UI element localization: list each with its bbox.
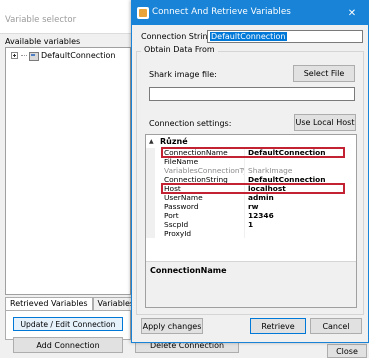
property-row-variablesconnectiontype[interactable]: VariablesConnectionTyp SharkImage	[146, 166, 356, 175]
property-row-connectionstring[interactable]: ConnectionString DefaultConnection	[146, 175, 356, 184]
property-category-name: Různé	[160, 136, 188, 146]
property-row-port[interactable]: Port 12346	[146, 211, 356, 220]
property-value[interactable]	[245, 157, 356, 166]
property-name: ConnectionString	[155, 175, 245, 184]
connection-string-value: DefaultConnection	[210, 32, 287, 41]
tab-retrieved-variables[interactable]: Retrieved Variables	[5, 297, 93, 310]
row-gutter	[146, 166, 155, 175]
property-grid-rows: ▲ Různé ConnectionName DefaultConnection…	[146, 135, 356, 261]
tree-node-label[interactable]: DefaultConnection	[41, 51, 116, 60]
property-description-panel: ConnectionName	[146, 261, 356, 307]
connection-icon	[29, 51, 39, 61]
dialog-titlebar[interactable]: Connect And Retrieve Variables ✕	[132, 1, 368, 25]
connection-string-label: Connection String:	[141, 32, 216, 41]
variable-selector-title: Variable selector	[5, 15, 77, 25]
use-local-host-button[interactable]: Use Local Host	[294, 114, 356, 131]
property-value[interactable]: 12346	[245, 211, 356, 220]
property-value: SharkImage	[248, 166, 293, 175]
row-gutter	[146, 229, 155, 238]
expand-icon[interactable]	[11, 51, 18, 59]
cancel-button[interactable]: Cancel	[310, 318, 362, 334]
obtain-data-title: Obtain Data From	[141, 45, 218, 54]
tree-connector	[21, 54, 27, 56]
property-row-host[interactable]: Host localhost	[146, 184, 356, 193]
select-file-button[interactable]: Select File	[293, 65, 355, 82]
property-row-filename[interactable]: FileName	[146, 157, 356, 166]
property-name: VariablesConnectionTyp	[155, 166, 245, 175]
property-row-connectionname[interactable]: ConnectionName DefaultConnection	[146, 148, 356, 157]
property-value[interactable]	[245, 229, 356, 238]
property-name: ConnectionName	[155, 148, 245, 157]
property-row-proxyid[interactable]: ProxyId	[146, 229, 356, 238]
property-name: ProxyId	[155, 229, 245, 238]
shark-image-label: Shark image file:	[149, 70, 217, 79]
row-gutter	[146, 157, 155, 166]
property-name: SscpId	[155, 220, 245, 229]
shark-image-input[interactable]	[149, 87, 355, 101]
property-value[interactable]: admin	[245, 193, 356, 202]
row-gutter	[146, 202, 155, 211]
variables-tree[interactable]: DefaultConnection	[5, 47, 131, 295]
property-name: Host	[155, 184, 245, 193]
row-gutter	[146, 184, 155, 193]
property-value[interactable]: 1	[245, 220, 356, 229]
property-value[interactable]: localhost	[245, 184, 356, 193]
property-name: Port	[155, 211, 245, 220]
property-grid[interactable]: ▲ Různé ConnectionName DefaultConnection…	[145, 134, 357, 308]
close-button[interactable]: Close	[327, 344, 367, 358]
app-icon	[137, 7, 149, 19]
property-value[interactable]: DefaultConnection	[245, 175, 356, 184]
row-gutter	[146, 193, 155, 202]
dialog-title: Connect And Retrieve Variables	[152, 7, 291, 17]
property-description-title: ConnectionName	[150, 266, 227, 275]
connect-retrieve-dialog: Connect And Retrieve Variables ✕ Connect…	[131, 0, 369, 343]
close-icon[interactable]: ✕	[344, 6, 360, 20]
row-gutter	[146, 148, 155, 157]
property-category[interactable]: ▲ Různé	[146, 135, 356, 147]
add-connection-button[interactable]: Add Connection	[13, 337, 123, 353]
retrieve-button[interactable]: Retrieve	[250, 318, 306, 334]
property-name: FileName	[155, 157, 245, 166]
tree-node-defaultconnection[interactable]: DefaultConnection	[11, 50, 116, 61]
property-name: UserName	[155, 193, 245, 202]
property-value[interactable]: rw	[245, 202, 356, 211]
available-variables-label: Available variables	[5, 37, 81, 46]
connection-string-input[interactable]: DefaultConnection	[207, 30, 363, 43]
apply-changes-button[interactable]: Apply changes	[141, 318, 203, 334]
property-value[interactable]: DefaultConnection	[245, 148, 356, 157]
row-gutter	[146, 211, 155, 220]
property-row-username[interactable]: UserName admin	[146, 193, 356, 202]
collapse-icon[interactable]: ▲	[149, 138, 157, 145]
property-name: Password	[155, 202, 245, 211]
row-gutter	[146, 175, 155, 184]
row-gutter	[146, 220, 155, 229]
update-edit-connection-button[interactable]: Update / Edit Connection	[13, 317, 123, 331]
connection-settings-label: Connection settings:	[149, 119, 232, 128]
property-row-password[interactable]: Password rw	[146, 202, 356, 211]
property-row-sscpid[interactable]: SscpId 1	[146, 220, 356, 229]
